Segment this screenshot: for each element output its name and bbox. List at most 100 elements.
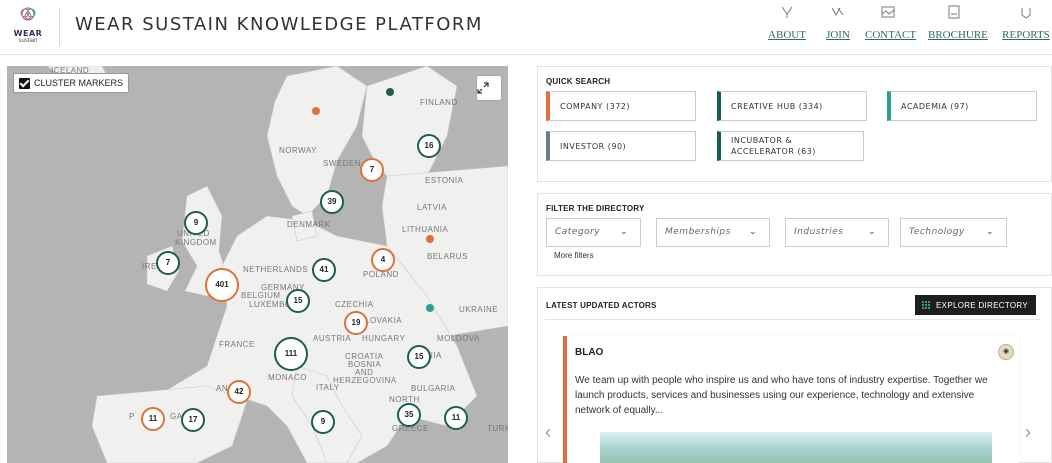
about-icon [781,6,793,18]
nav-item-contact[interactable]: CONTACT [865,0,916,55]
explore-directory-label: EXPLORE DIRECTORY [936,300,1028,310]
quick-search-creative-hub-button[interactable]: CREATIVE HUB (334) [717,91,867,121]
chevron-down-icon: ⌄ [985,227,994,237]
cluster-marker[interactable]: 35 [397,403,421,427]
cluster-marker[interactable]: 41 [312,258,336,282]
map-label-norway: NORWAY [279,146,317,155]
checkbox-checked-icon[interactable] [19,77,30,89]
nav-link-about[interactable]: ABOUT [767,29,807,41]
chevron-down-icon: ⌄ [748,227,757,237]
map-label-netherlands: NETHERLANDS [243,265,309,274]
quick-search-incubator-button[interactable]: INCUBATOR & ACCELERATOR (63) [717,131,864,161]
nav-link-brochure[interactable]: BROCHURE [928,29,988,41]
nav-item-brochure[interactable]: BROCHURE [928,0,988,55]
latest-divider [545,319,1040,320]
technology-select-label: Technology [909,227,965,237]
technology-select[interactable]: Technology ⌄ [900,218,1007,247]
cluster-markers-toggle[interactable]: CLUSTER MARKERS [13,73,130,93]
actor-card[interactable]: BLAO ◉ We team up with people who inspir… [563,336,1019,463]
chevron-down-icon: ⌄ [619,227,628,237]
category-select[interactable]: Category ⌄ [546,218,641,247]
map-label-iceland: ICELAND [51,66,90,75]
actor-image [600,432,992,463]
cluster-marker[interactable]: 11 [444,406,468,430]
map-label-slovakia: LOVAKIA [365,316,403,325]
map-label-france: FRANCE [219,340,255,349]
map-label-belgium: BELGIUM [241,291,281,300]
map-point-teal[interactable] [426,304,434,312]
industries-select[interactable]: Industries ⌄ [785,218,889,247]
filter-directory-panel: FILTER THE DIRECTORY Category ⌄ Membersh… [537,193,1052,276]
carousel-next-icon[interactable]: › [1025,422,1031,443]
industries-select-label: Industries [794,227,844,237]
logo-word: WEAR [13,29,43,38]
explore-directory-button[interactable]: EXPLORE DIRECTORY [915,295,1036,315]
quick-search-academia-button[interactable]: ACADEMIA (97) [887,91,1037,121]
cluster-marker[interactable]: 11 [141,407,165,431]
cluster-marker[interactable]: 111 [274,337,308,371]
map-label-sweden: SWEDEN [323,159,362,168]
map-label-lithuania: LITHUANIA [402,225,449,234]
map-label-italy: ITALY [316,383,340,392]
cluster-marker[interactable]: 7 [360,158,384,182]
cluster-marker[interactable]: 19 [344,311,368,335]
map-point-orange[interactable] [426,235,434,243]
quick-search-panel: QUICK SEARCH COMPANY (372) CREATIVE HUB … [537,66,1052,182]
filter-title: FILTER THE DIRECTORY [546,204,645,213]
cluster-marker[interactable]: 9 [184,211,208,235]
cluster-marker[interactable]: 42 [227,380,251,404]
cluster-marker[interactable]: 15 [286,289,310,313]
actor-logo-icon: ◉ [998,344,1014,360]
europe-map[interactable]: CLUSTER MARKERS ICELAND FINLAND NORWAY S… [7,66,508,463]
cluster-marker[interactable]: 15 [407,345,431,369]
nav-link-reports[interactable]: REPORTS [1000,29,1052,41]
map-label-bulgaria: BULGARIA [411,384,456,393]
map-label-austria: AUSTRIA [313,334,352,343]
contact-icon [881,6,895,18]
quick-search-investor-button[interactable]: INVESTOR (90) [546,131,696,161]
nav-item-about[interactable]: ABOUT [767,0,807,55]
grid-icon [922,300,931,310]
map-label-belarus: BELARUS [427,252,468,261]
expand-icon [477,82,489,94]
cluster-marker[interactable]: 7 [156,251,180,275]
nav-item-reports[interactable]: REPORTS [1000,0,1052,55]
map-label-denmark: DENMARK [287,220,331,229]
carousel-prev-icon[interactable]: ‹ [545,422,551,443]
site-title: WEAR SUSTAIN KNOWLEDGE PLATFORM [75,14,483,35]
cluster-marker[interactable]: 401 [205,268,239,302]
map-label-latvia: LATVIA [417,203,447,212]
map-label-moldova: MOLDOVA [437,334,480,343]
map-point-teal[interactable] [386,88,394,96]
cluster-marker[interactable]: 39 [320,190,344,214]
actor-name: BLAO [575,347,604,358]
join-icon [831,7,844,17]
cluster-marker[interactable]: 9 [311,410,335,434]
map-label-turkey: TURK [487,424,508,433]
map-fullscreen-button[interactable] [476,75,502,101]
reports-icon [1021,8,1031,19]
cluster-marker[interactable]: 4 [371,248,395,272]
latest-actors-title: LATEST UPDATED ACTORS [546,301,657,310]
cluster-marker[interactable]: 17 [181,408,205,432]
nav-link-contact[interactable]: CONTACT [865,29,916,41]
wear-sustain-logo[interactable]: WEAR sustain [6,5,50,49]
site-header: WEAR sustain WEAR SUSTAIN KNOWLEDGE PLAT… [0,0,1052,55]
cluster-marker[interactable]: 16 [417,134,441,158]
map-label-czechia: CZECHIA [335,300,374,309]
brochure-icon [948,5,960,19]
map-label-monaco: MONACO [268,373,307,382]
quick-search-company-button[interactable]: COMPANY (372) [546,91,696,121]
map-label-finland: FINLAND [420,98,458,107]
memberships-select-label: Memberships [665,227,731,237]
map-label-kingdom: KINGDOM [175,238,217,247]
nav-item-join[interactable]: JOIN [823,0,853,55]
map-label-portugal: P [129,412,135,421]
memberships-select[interactable]: Memberships ⌄ [656,218,770,247]
map-point-orange[interactable] [312,107,320,115]
more-filters-link[interactable]: More filters [554,251,594,260]
map-label-estonia: ESTONIA [425,176,464,185]
nav-link-join[interactable]: JOIN [823,29,853,41]
header-divider [59,8,60,46]
map-label-herzegovina: HERZEGOVINA [333,376,397,385]
